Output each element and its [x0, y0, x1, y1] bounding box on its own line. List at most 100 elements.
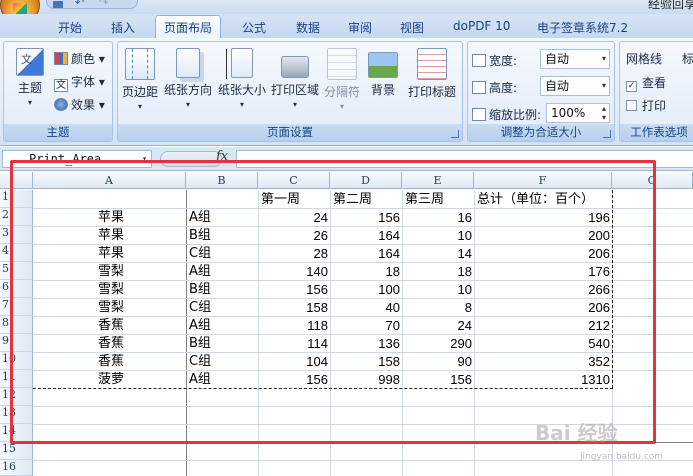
background-button[interactable]: 背景	[366, 48, 400, 98]
themes-button[interactable]: 文 主题 ▾	[10, 48, 50, 107]
column-header-g[interactable]: G	[612, 172, 693, 189]
breaks-button[interactable]: 分隔符 ▾	[322, 48, 362, 111]
fruit-cell[interactable]: 香蕉	[36, 336, 186, 351]
row-header[interactable]: 11	[0, 370, 33, 388]
column-header-a[interactable]: A	[33, 172, 186, 189]
redo-icon[interactable]: ↷	[99, 0, 108, 9]
tab-e-signature[interactable]: 电子签章系统7.2	[537, 19, 628, 36]
column-header-d[interactable]: D	[330, 172, 402, 189]
week3-cell[interactable]: 156	[405, 372, 472, 387]
week1-cell[interactable]: 28	[261, 246, 328, 261]
total-cell[interactable]: 266	[477, 282, 610, 297]
group-cell[interactable]: B组	[189, 228, 257, 243]
fruit-cell[interactable]: 香蕉	[36, 318, 186, 333]
scale-group-launcher-icon[interactable]	[603, 130, 611, 138]
group-cell[interactable]: B组	[189, 282, 257, 297]
week3-cell[interactable]: 8	[405, 300, 472, 315]
row-header[interactable]: 1	[0, 190, 33, 208]
tab-view[interactable]: 视图	[400, 19, 424, 36]
week1-cell[interactable]: 156	[261, 282, 328, 297]
week3-cell[interactable]: 16	[405, 210, 472, 225]
formula-input[interactable]	[236, 150, 693, 168]
row-header[interactable]: 3	[0, 226, 33, 244]
week1-cell[interactable]: 156	[261, 372, 328, 387]
group-cell[interactable]: A组	[189, 318, 257, 333]
page-setup-launcher-icon[interactable]	[451, 130, 459, 138]
fruit-cell[interactable]: 苹果	[36, 246, 186, 261]
week2-cell[interactable]: 100	[333, 282, 400, 297]
save-icon[interactable]	[53, 1, 63, 8]
fruit-cell[interactable]: 雪梨	[36, 282, 186, 297]
total-cell[interactable]: 200	[477, 228, 610, 243]
row-header[interactable]: 4	[0, 244, 33, 262]
column-header-f[interactable]: F	[474, 172, 612, 189]
total-cell[interactable]: 206	[477, 246, 610, 261]
column-header-c[interactable]: C	[258, 172, 330, 189]
total-cell[interactable]: 206	[477, 300, 610, 315]
fruit-cell[interactable]: 雪梨	[36, 264, 186, 279]
name-box[interactable]: Print_Area ▾	[2, 150, 152, 168]
gridlines-print-checkbox[interactable]: 打印	[626, 97, 666, 114]
week2-cell[interactable]: 40	[333, 300, 400, 315]
row-header[interactable]: 6	[0, 280, 33, 298]
header-cell-week1[interactable]: 第一周	[261, 192, 329, 207]
group-cell[interactable]: A组	[189, 264, 257, 279]
fruit-cell[interactable]: 香蕉	[36, 354, 186, 369]
tab-formulas[interactable]: 公式	[242, 19, 266, 36]
week3-cell[interactable]: 18	[405, 264, 472, 279]
row-header[interactable]: 5	[0, 262, 33, 280]
week1-cell[interactable]: 158	[261, 300, 328, 315]
fruit-cell[interactable]: 苹果	[36, 228, 186, 243]
week2-cell[interactable]: 70	[333, 318, 400, 333]
tab-insert[interactable]: 插入	[111, 19, 135, 36]
week1-cell[interactable]: 140	[261, 264, 328, 279]
week3-cell[interactable]: 10	[405, 282, 472, 297]
total-cell[interactable]: 352	[477, 354, 610, 369]
fruit-cell[interactable]: 菠萝	[36, 372, 186, 387]
week3-cell[interactable]: 24	[405, 318, 472, 333]
theme-effects-button[interactable]: 效果 ▾	[54, 96, 105, 113]
week3-cell[interactable]: 290	[405, 336, 472, 351]
paper-size-button[interactable]: 纸张大小 ▾	[218, 48, 266, 109]
width-dropdown[interactable]: 自动 ▾	[540, 49, 610, 69]
row-header[interactable]: 14	[0, 424, 33, 442]
column-header-b[interactable]: B	[186, 172, 258, 189]
group-cell[interactable]: C组	[189, 300, 257, 315]
row-header[interactable]: 16	[0, 460, 33, 476]
row-header[interactable]: 12	[0, 388, 33, 406]
row-header[interactable]: 15	[0, 442, 33, 460]
print-titles-button[interactable]: 打印标题	[404, 48, 460, 100]
week1-cell[interactable]: 24	[261, 210, 328, 225]
print-area-button[interactable]: 打印区域 ▾	[270, 48, 320, 109]
total-cell[interactable]: 1310	[477, 372, 610, 387]
row-header[interactable]: 13	[0, 406, 33, 424]
week1-cell[interactable]: 118	[261, 318, 328, 333]
fruit-cell[interactable]: 苹果	[36, 210, 186, 225]
group-cell[interactable]: B组	[189, 336, 257, 351]
group-cell[interactable]: C组	[189, 246, 257, 261]
tab-dopdf[interactable]: doPDF 10	[453, 19, 510, 33]
week1-cell[interactable]: 114	[261, 336, 328, 351]
week2-cell[interactable]: 164	[333, 228, 400, 243]
row-header[interactable]: 9	[0, 334, 33, 352]
header-cell-total[interactable]: 总计（单位：百个）	[477, 192, 612, 207]
tab-data[interactable]: 数据	[296, 19, 320, 36]
theme-fonts-button[interactable]: 文字体 ▾	[54, 73, 105, 92]
week2-cell[interactable]: 164	[333, 246, 400, 261]
week1-cell[interactable]: 104	[261, 354, 328, 369]
row-header[interactable]: 2	[0, 208, 33, 226]
group-cell[interactable]: A组	[189, 210, 257, 225]
week2-cell[interactable]: 156	[333, 210, 400, 225]
margins-button[interactable]: 页边距 ▾	[120, 48, 160, 111]
week3-cell[interactable]: 90	[405, 354, 472, 369]
week1-cell[interactable]: 26	[261, 228, 328, 243]
row-header[interactable]: 8	[0, 316, 33, 334]
gridlines-view-checkbox[interactable]: ✓ 查看	[626, 74, 666, 92]
total-cell[interactable]: 176	[477, 264, 610, 279]
formula-bar-resize-handle[interactable]	[160, 151, 222, 167]
column-header-e[interactable]: E	[402, 172, 474, 189]
tab-home[interactable]: 开始	[58, 19, 82, 36]
week2-cell[interactable]: 998	[333, 372, 400, 387]
scale-spinner[interactable]: 100% ▴ ▾	[546, 103, 610, 123]
select-all-corner[interactable]	[0, 172, 33, 189]
